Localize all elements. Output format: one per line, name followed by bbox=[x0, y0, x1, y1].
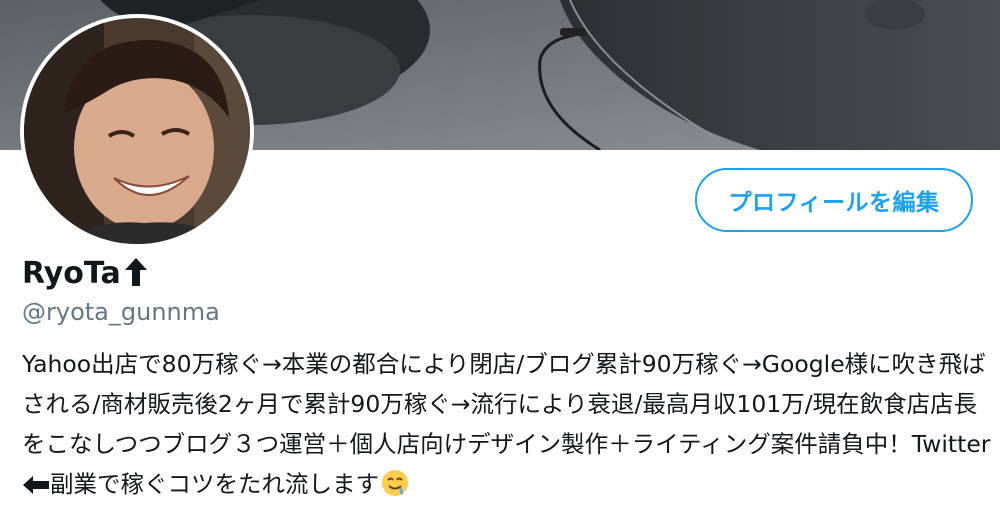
left-arrow-icon bbox=[23, 466, 49, 506]
edit-profile-button[interactable]: プロフィールを編集 bbox=[695, 168, 973, 232]
display-name-row: RyoTa bbox=[22, 256, 147, 291]
profile-bio: Yahoo出店で80万稼ぐ→本業の都合により閉店/ブログ累計90万稼ぐ→Goog… bbox=[22, 344, 992, 509]
up-arrow-icon bbox=[124, 257, 147, 290]
user-handle: @ryota_gunnma bbox=[22, 298, 220, 326]
drooling-face-icon bbox=[381, 469, 409, 509]
profile-page: プロフィールを編集 RyoTa @ryota_gunnma Yahoo出店で80… bbox=[0, 0, 1000, 510]
avatar-photo bbox=[24, 18, 250, 244]
bio-text: Yahoo出店で80万稼ぐ→本業の都合により閉店/ブログ累計90万稼ぐ→Goog… bbox=[22, 350, 991, 458]
bio-tail-text: 副業で稼ぐコツをたれ流します bbox=[50, 470, 379, 498]
profile-avatar[interactable] bbox=[20, 14, 254, 248]
display-name: RyoTa bbox=[22, 256, 121, 291]
